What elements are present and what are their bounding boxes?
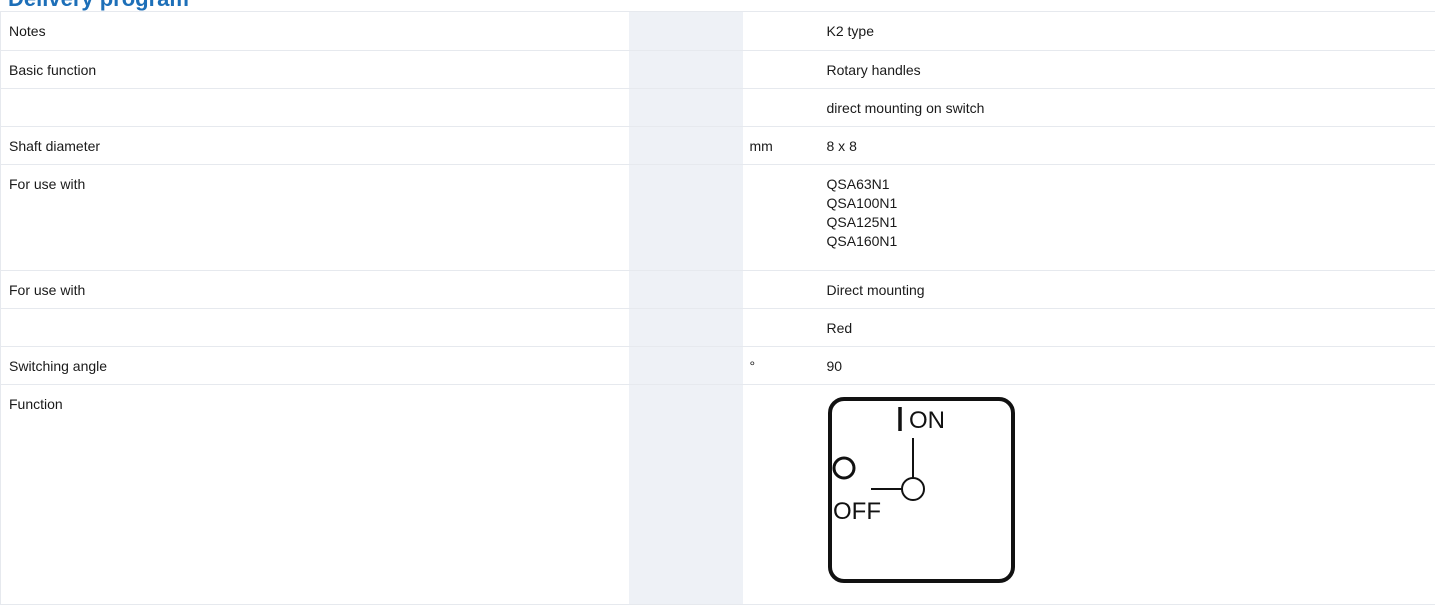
row-label: Function	[1, 385, 629, 605]
value-line: 8 x 8	[827, 137, 1435, 156]
row-spacer	[629, 165, 743, 271]
value-line: Rotary handles	[827, 61, 1435, 80]
row-spacer	[629, 271, 743, 309]
row-value: 90	[819, 347, 1435, 385]
row-value: 8 x 8	[819, 127, 1435, 165]
row-spacer	[629, 51, 743, 89]
table-row: Shaft diameter mm 8 x 8	[1, 127, 1435, 165]
table-row: Notes K2 type	[1, 12, 1435, 51]
value-line: K2 type	[827, 22, 1435, 41]
row-spacer	[629, 347, 743, 385]
row-unit	[743, 51, 819, 89]
table-row: Switching angle ° 90	[1, 347, 1435, 385]
value-line: QSA125N1	[827, 213, 1435, 232]
row-unit	[743, 385, 819, 605]
row-spacer	[629, 385, 743, 605]
spec-table: Notes K2 type Basic function Rotary hand…	[0, 11, 1435, 605]
table-row: Basic function Rotary handles	[1, 51, 1435, 89]
row-label: Basic function	[1, 51, 629, 89]
on-label: ON	[909, 407, 945, 434]
value-line: direct mounting on switch	[827, 99, 1435, 118]
row-label: For use with	[1, 165, 629, 271]
table-row: Red	[1, 309, 1435, 347]
table-row: For use with QSA63N1 QSA100N1 QSA125N1 Q…	[1, 165, 1435, 271]
row-label	[1, 89, 629, 127]
value-line: 90	[827, 357, 1435, 376]
page-heading: Delivery program	[8, 0, 189, 11]
table-row: direct mounting on switch	[1, 89, 1435, 127]
table-row: Function ON OFF	[1, 385, 1435, 605]
row-value: Red	[819, 309, 1435, 347]
row-value: direct mounting on switch	[819, 89, 1435, 127]
row-unit: °	[743, 347, 819, 385]
row-unit: mm	[743, 127, 819, 165]
table-row: For use with Direct mounting	[1, 271, 1435, 309]
switch-position-diagram-icon: ON OFF	[827, 396, 1019, 586]
off-label: OFF	[833, 498, 881, 525]
row-value: Rotary handles	[819, 51, 1435, 89]
row-value: ON OFF	[819, 385, 1435, 605]
row-label: Notes	[1, 12, 629, 51]
row-unit	[743, 89, 819, 127]
value-line: QSA160N1	[827, 232, 1435, 251]
row-unit	[743, 12, 819, 51]
value-line: Direct mounting	[827, 281, 1435, 300]
row-value: Direct mounting	[819, 271, 1435, 309]
row-label: Shaft diameter	[1, 127, 629, 165]
value-line: QSA63N1	[827, 175, 1435, 194]
row-unit	[743, 165, 819, 271]
value-line: QSA100N1	[827, 194, 1435, 213]
row-spacer	[629, 12, 743, 51]
row-label: For use with	[1, 271, 629, 309]
row-label	[1, 309, 629, 347]
row-unit	[743, 271, 819, 309]
row-label: Switching angle	[1, 347, 629, 385]
page-heading-strip: Delivery program	[0, 0, 1435, 11]
row-spacer	[629, 127, 743, 165]
row-value: K2 type	[819, 12, 1435, 51]
row-spacer	[629, 89, 743, 127]
row-unit	[743, 309, 819, 347]
value-line: Red	[827, 319, 1435, 338]
row-value: QSA63N1 QSA100N1 QSA125N1 QSA160N1	[819, 165, 1435, 271]
row-spacer	[629, 309, 743, 347]
